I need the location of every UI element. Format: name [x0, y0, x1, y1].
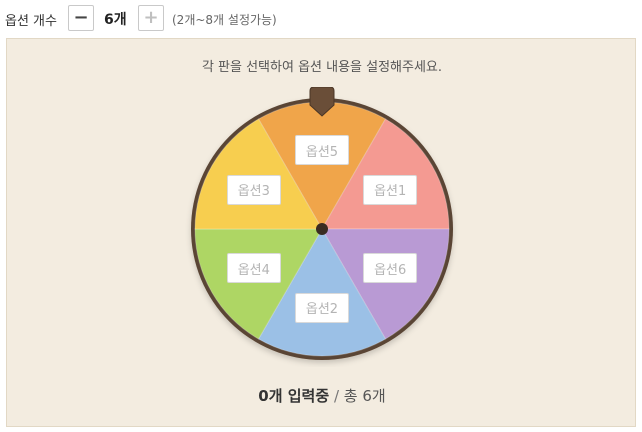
slice-label-input[interactable]: 옵션1	[363, 174, 418, 205]
status-total: 총 6개	[343, 387, 386, 405]
wheel-center-dot	[316, 223, 328, 235]
wheel-panel: 각 판을 선택하여 옵션 내용을 설정해주세요. 옵션5 옵션1 옵션6 옵션2 옵션4…	[6, 38, 636, 427]
plus-icon: +	[143, 7, 159, 28]
option-count-value: 6개	[104, 12, 127, 28]
minus-icon: −	[73, 7, 89, 28]
option-count-bar: 옵션 개수 − 6개 + (2개~8개 설정가능)	[0, 0, 642, 38]
increase-button[interactable]: +	[138, 5, 164, 31]
range-hint: (2개~8개 설정가능)	[172, 13, 277, 27]
instruction-text: 각 판을 선택하여 옵션 내용을 설정해주세요.	[201, 60, 443, 75]
decrease-button[interactable]: −	[68, 5, 94, 31]
slice-label-input[interactable]: 옵션4	[226, 253, 281, 284]
input-status: 0개 입력중 / 총 6개	[258, 387, 386, 405]
slice-label-input[interactable]: 옵션2	[295, 292, 349, 323]
roulette-wheel	[191, 87, 453, 360]
slice-label-input[interactable]: 옵션5	[295, 135, 349, 166]
option-count-label: 옵션 개수	[5, 14, 57, 29]
status-current: 0개 입력중	[258, 387, 330, 405]
slice-label-input[interactable]: 옵션6	[363, 253, 418, 284]
slice-label-input[interactable]: 옵션3	[226, 174, 281, 205]
